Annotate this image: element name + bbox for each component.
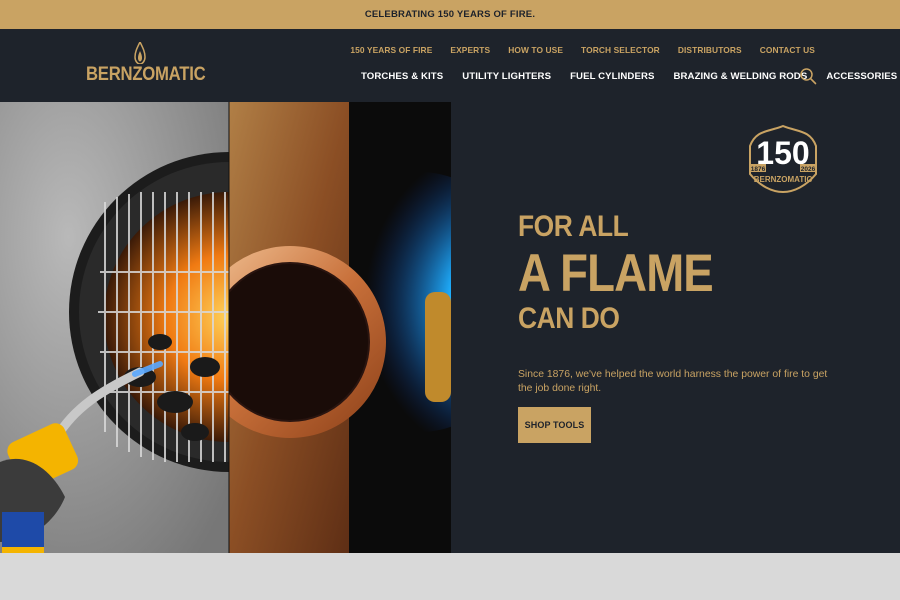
next-section-placeholder	[0, 553, 900, 600]
secondary-nav: 150 YEARS OF FIRE EXPERTS HOW TO USE TOR…	[350, 45, 815, 55]
main-nav-item[interactable]: BRAZING & WELDING RODS	[673, 71, 807, 82]
main-nav-item[interactable]: FUEL CYLINDERS	[570, 71, 654, 82]
secondary-nav-item[interactable]: CONTACT US	[760, 45, 815, 55]
announcement-text: CELEBRATING 150 YEARS OF FIRE.	[364, 9, 536, 20]
hero-section: 150 1876 2026 BERNZOMATIC FOR ALL A FLAM…	[0, 102, 900, 553]
hero-line-1: FOR ALL	[518, 210, 629, 243]
shop-tools-button[interactable]: SHOP TOOLS	[518, 407, 591, 443]
hero-headline: FOR ALL A FLAME CAN DO	[518, 212, 745, 334]
badge-year-end: 2026	[801, 166, 816, 173]
secondary-nav-item[interactable]: EXPERTS	[450, 45, 490, 55]
hero-line-3: CAN DO	[518, 302, 620, 335]
secondary-nav-item[interactable]: HOW TO USE	[508, 45, 563, 55]
flame-logo-icon	[134, 42, 146, 64]
secondary-nav-item[interactable]: DISTRIBUTORS	[678, 45, 742, 55]
hero-image	[0, 102, 451, 553]
main-nav-item[interactable]: TORCHES & KITS	[361, 71, 443, 82]
site-header: BERNZOMATIC 150 YEARS OF FIRE EXPERTS HO…	[0, 29, 900, 102]
secondary-nav-item[interactable]: 150 YEARS OF FIRE	[350, 45, 432, 55]
announcement-bar: CELEBRATING 150 YEARS OF FIRE.	[0, 0, 900, 29]
main-nav-item[interactable]: ACCESSORIES	[826, 71, 897, 82]
secondary-nav-item[interactable]: TORCH SELECTOR	[581, 45, 660, 55]
anniversary-badge: 150 1876 2026 BERNZOMATIC	[749, 124, 817, 194]
search-icon[interactable]	[799, 67, 817, 85]
brand-logo[interactable]: BERNZOMATIC	[86, 42, 206, 88]
brand-name: BERNZOMATIC	[86, 64, 206, 85]
hero-line-2: A FLAME	[518, 244, 714, 303]
badge-year-start: 1876	[751, 166, 766, 173]
main-nav-item[interactable]: UTILITY LIGHTERS	[462, 71, 551, 82]
badge-brand: BERNZOMATIC	[754, 175, 813, 184]
hero-description: Since 1876, we've helped the world harne…	[518, 369, 828, 395]
